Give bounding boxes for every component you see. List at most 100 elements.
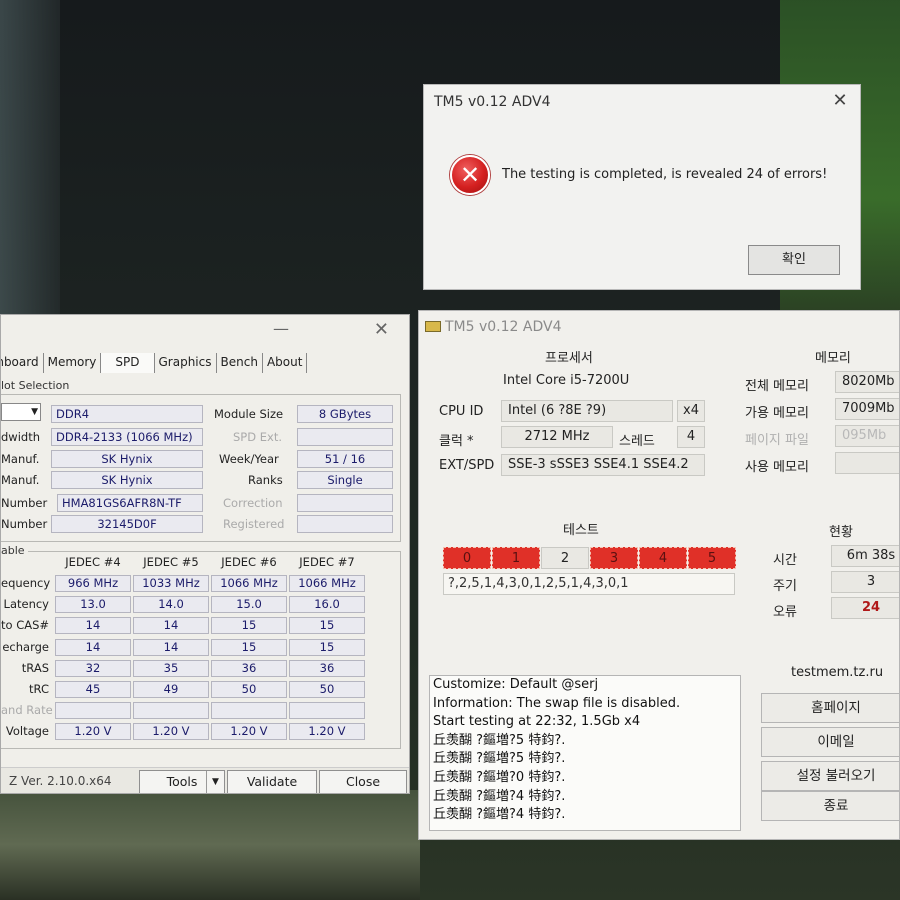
timings-header: JEDEC #7 [299,555,355,569]
timings-cell: 14 [55,638,131,656]
used-memory [835,452,899,474]
timings-cell: 32 [55,659,131,677]
spd-ext [297,428,393,446]
timings-cell [211,702,287,720]
timings-cell: 15.0 [211,596,287,614]
cpu-id-label: CPU ID [439,404,484,419]
correction [297,494,393,512]
correction-label: Correction [223,496,283,510]
timings-cell: 36 [289,659,365,677]
tab-memory[interactable]: Memory [44,353,102,373]
timings-row-label: to CAS# [1,618,50,633]
page-file: 095Mb [835,425,899,447]
timings-cell: 966 MHz [55,575,131,592]
tab-spd[interactable]: SPD [101,353,155,373]
tools-label: Tools [166,774,198,789]
ext-spd-label: EXT/SPD [439,458,495,473]
threads-label: 스레드 [619,434,655,449]
homepage-button[interactable]: 홈페이지 [761,693,899,723]
test-header: 테스트 [563,523,599,538]
part-number-label: Number [1,496,48,510]
timings-row-label: Latency [3,597,49,612]
timings-cell: 14.0 [133,596,209,614]
timings-row-label: tRAS [21,660,49,675]
tab-mainboard[interactable]: inboard [1,353,44,373]
log-line: Customize: Default @serj [433,677,599,692]
clock-label: 클럭 * [439,434,474,449]
test-cell: 0 [443,547,491,569]
total-memory: 8020Mb [835,371,899,393]
slot-select[interactable]: ▼ [1,403,41,421]
exit-button[interactable]: 종료 [761,791,899,821]
load-settings-button[interactable]: 설정 불러오기 [761,761,899,791]
log-line: 丘羡醐 ?鏂増?4 特鈞?. [433,788,566,804]
module-size-label: Module Size [214,407,284,421]
clock: 2712 MHz [501,426,613,448]
site-link[interactable]: testmem.tz.ru [791,665,883,680]
log-line: 丘羡醐 ?鏂増?4 特鈞?. [433,807,566,823]
window-title: TM5 v0.12 ADV4 [445,319,562,335]
registered [297,515,393,533]
ok-button[interactable]: 확인 [748,245,840,275]
timings-header: JEDEC #5 [143,555,199,569]
test-cell: 1 [492,547,540,569]
timings-header: JEDEC #4 [65,555,121,569]
tools-button[interactable]: Tools ▼ [139,770,225,793]
error-icon: ✕ [450,155,490,195]
timings-cell: 16.0 [289,596,365,614]
timings-cell: 1.20 V [133,723,209,741]
cycle-label: 주기 [773,579,797,594]
dialog-title: TM5 v0.12 ADV4 [434,94,551,110]
error-dialog: TM5 v0.12 ADV4 ✕ ✕ The testing is comple… [423,84,861,290]
close-icon[interactable]: ✕ [828,90,852,111]
timings-cell: 1066 MHz [211,575,287,592]
timings-cell: 36 [211,659,287,677]
part-number: HMA81GS6AFR8N-TF [57,494,203,512]
timings-cell: 1066 MHz [289,575,365,592]
tab-about[interactable]: About [263,353,308,373]
chevron-down-icon: ▼ [31,407,38,417]
test-cell-current: 2 [541,547,589,569]
timings-cell: 1.20 V [289,723,365,741]
bandwidth-label: dwidth [1,430,40,444]
total-memory-label: 전체 메모리 [745,379,809,394]
module-size: 8 GBytes [297,405,393,423]
close-icon[interactable]: ✕ [374,319,389,340]
timings-cell [289,702,365,720]
email-button[interactable]: 이메일 [761,727,899,757]
timings-cell: 15 [211,638,287,656]
tab-graphics[interactable]: Graphics [155,353,217,373]
log-panel: Customize: Default @serj Information: Th… [429,675,741,831]
timings-row-label: Voltage [5,724,49,739]
validate-button[interactable]: Validate [227,770,317,793]
timings-cell: 14 [133,638,209,656]
log-line: Start testing at 22:32, 1.5Gb x4 [433,714,641,730]
cpu-id: Intel (6 ?8E ?9) [501,400,673,422]
registered-label: Registered [223,517,285,531]
cpuz-tabs: inboard Memory SPD Graphics Bench About [1,353,308,375]
close-button[interactable]: Close [319,770,407,793]
ext-spd: SSE-3 sSSE3 SSE4.1 SSE4.2 [501,454,705,476]
processor-header: 프로세서 [545,351,593,366]
timings-row-label: and Rate [1,703,53,718]
cpuz-window: — ✕ inboard Memory SPD Graphics Bench Ab… [0,314,410,794]
test-cell: 3 [590,547,638,569]
test-progress-strip: 0 1 2 3 4 5 [443,547,737,569]
page-file-label: 페이지 파일 [745,433,809,448]
log-line: 丘羡醐 ?鏂増?0 特鈞?. [433,769,566,785]
slot-selection-legend: lot Selection [1,379,73,392]
timings-cell: 45 [55,681,131,698]
serial-number: 32145D0F [51,515,203,533]
minimize-icon[interactable]: — [273,319,289,338]
tab-bench[interactable]: Bench [217,353,263,373]
cpuz-bottom-bar: Z Ver. 2.10.0.x64 Tools ▼ Validate Close [1,767,409,793]
dialog-message: The testing is completed, is revealed 24… [502,167,828,182]
dram-manuf: SK Hynix [51,471,203,489]
timings-cell: 15 [289,617,365,635]
app-icon [425,321,441,332]
timings-legend: able [1,544,28,557]
cycle: 3 [831,571,899,593]
module-manuf-label: Manuf. [1,452,40,466]
timings-cell: 1.20 V [211,723,287,741]
log-line: 丘羡醐 ?鏂増?5 特鈞?. [433,732,566,748]
